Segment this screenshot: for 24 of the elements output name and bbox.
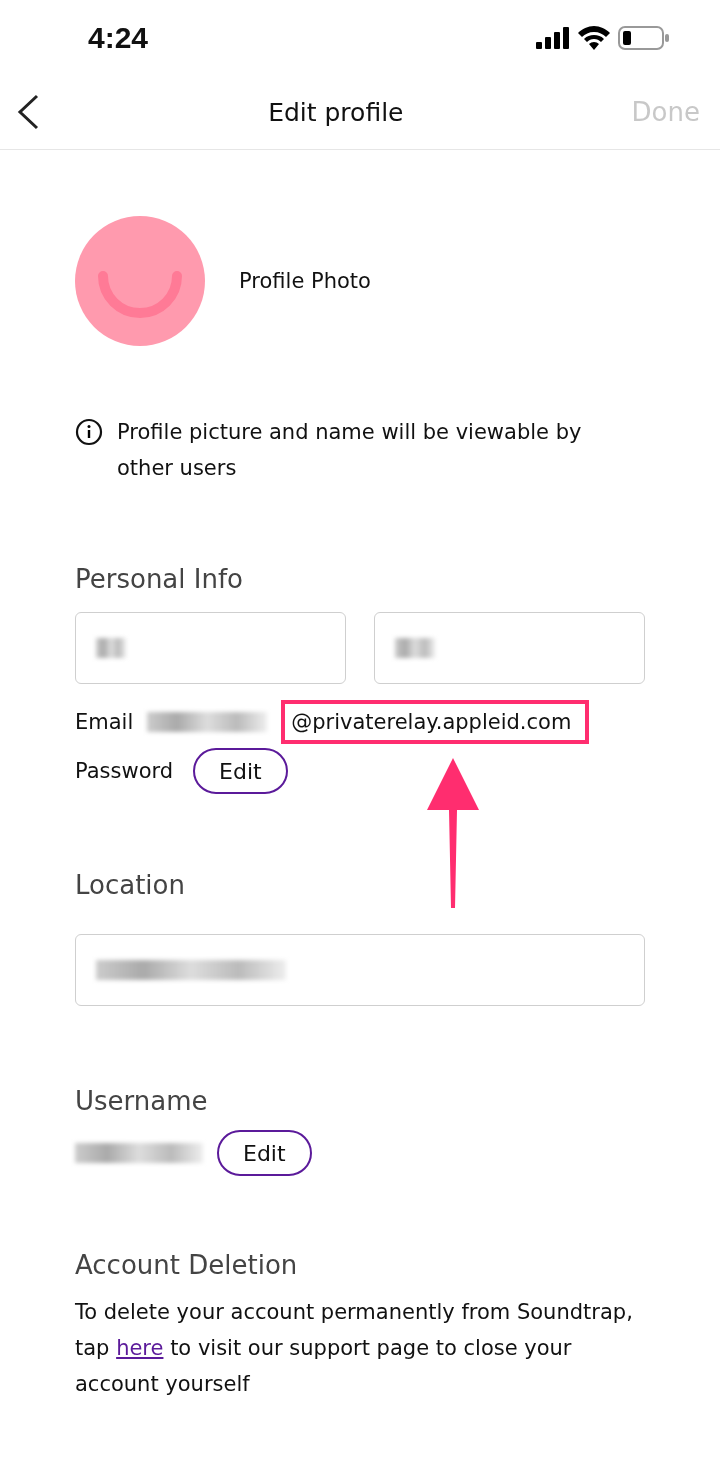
email-label: Email: [75, 710, 134, 734]
here-link[interactable]: here: [116, 1336, 164, 1360]
edit-button[interactable]: Edit: [193, 748, 288, 794]
battery-icon: [618, 25, 670, 50]
info-icon: [75, 418, 103, 446]
section-heading: Personal Info: [75, 564, 244, 594]
back-icon[interactable]: [16, 94, 40, 130]
location-field[interactable]: [75, 934, 645, 1006]
section-heading: Account Deletion: [75, 1250, 299, 1280]
section-heading: Username: [75, 1086, 209, 1116]
signal-icon: [536, 26, 570, 49]
status-time: 4:24: [88, 20, 149, 55]
password-label: Password: [75, 759, 174, 783]
avatar-icon[interactable]: [75, 216, 205, 346]
deletion-text: To delete your account permanently from Soundtrap, tap here to visit our support page to close your account yourself: [75, 1299, 634, 1398]
wifi-icon: [578, 25, 610, 50]
edit-button[interactable]: Edit: [217, 1130, 312, 1176]
page-title: Edit profile: [268, 97, 404, 127]
name-field[interactable]: [75, 612, 346, 684]
profile-photo-label: Profile Photo: [239, 269, 371, 293]
notice-text: Profile picture and name will be viewable by other users: [117, 419, 583, 482]
section-heading: Location: [75, 870, 186, 900]
email-value: @privaterelay.appleid.com: [291, 710, 572, 734]
name-field[interactable]: [374, 612, 645, 684]
